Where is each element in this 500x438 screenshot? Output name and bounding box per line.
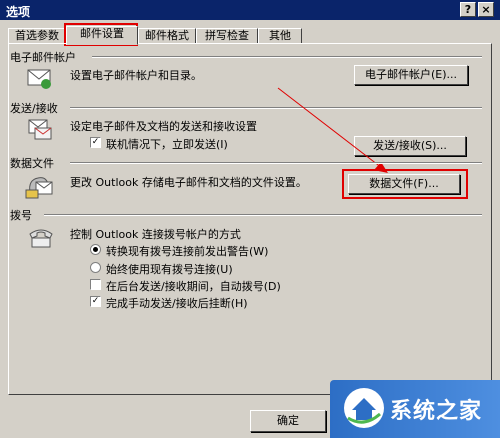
dialup-heading: 拨号 bbox=[10, 209, 32, 222]
red-arrow-annotation bbox=[277, 87, 388, 173]
tab-panel bbox=[8, 43, 492, 395]
always-use-existing-label[interactable]: 始终使用现有拨号连接(U) bbox=[106, 261, 233, 277]
watermark-text: 系统之家 bbox=[390, 399, 483, 424]
data-files-description: 更改 Outlook 存储电子邮件和文档的文件设置。 bbox=[70, 176, 307, 189]
send-immediately-checkbox[interactable]: ✓ bbox=[90, 137, 101, 148]
phone-icon bbox=[29, 229, 53, 248]
tab-other[interactable]: 其他 bbox=[258, 28, 302, 44]
auto-dial-checkbox[interactable] bbox=[90, 279, 101, 290]
divider bbox=[44, 214, 482, 216]
divider bbox=[70, 162, 482, 164]
send-immediately-label[interactable]: 联机情况下，立即发送(I) bbox=[106, 136, 228, 152]
email-accounts-heading: 电子邮件帐户 bbox=[10, 51, 76, 64]
hang-up-label[interactable]: 完成手动发送/接收后挂断(H) bbox=[106, 295, 248, 311]
help-button[interactable]: ? bbox=[460, 2, 476, 17]
auto-dial-label[interactable]: 在后台发送/接收期间，自动拨号(D) bbox=[106, 278, 281, 294]
house-logo-icon bbox=[347, 398, 381, 424]
watermark: 系统之家 bbox=[330, 380, 500, 438]
email-accounts-description: 设置电子邮件帐户和目录。 bbox=[70, 69, 202, 82]
dialup-description: 控制 Outlook 连接拨号帐户的方式 bbox=[70, 228, 241, 241]
send-receive-icon bbox=[28, 119, 52, 140]
close-button[interactable]: × bbox=[478, 2, 494, 17]
tab-mail-format[interactable]: 邮件格式 bbox=[138, 28, 196, 44]
warn-before-switch-label[interactable]: 转换现有拨号连接前发出警告(W) bbox=[106, 243, 268, 259]
data-files-icon bbox=[25, 177, 53, 199]
send-receive-description: 设定电子邮件及文档的发送和接收设置 bbox=[70, 120, 257, 133]
window-title: 选项 bbox=[6, 5, 31, 19]
tab-preferences[interactable]: 首选参数 bbox=[8, 28, 66, 44]
hang-up-checkbox[interactable]: ✓ bbox=[90, 296, 101, 307]
warn-before-switch-radio[interactable] bbox=[90, 244, 101, 255]
data-files-button[interactable]: 数据文件(F)... bbox=[348, 174, 460, 194]
options-dialog: 选项 ? × 首选参数 邮件设置 邮件格式 拼写检查 其他 电子邮件帐户 设置电… bbox=[0, 0, 500, 438]
watermark-logo-icon bbox=[344, 388, 384, 428]
title-bar: 选项 ? × bbox=[0, 0, 500, 20]
send-receive-heading: 发送/接收 bbox=[10, 102, 58, 115]
data-files-heading: 数据文件 bbox=[10, 157, 54, 170]
ok-button[interactable]: 确定 bbox=[250, 410, 326, 432]
email-accounts-icon bbox=[27, 69, 51, 89]
tab-mail-setup[interactable]: 邮件设置 bbox=[66, 26, 138, 45]
divider bbox=[92, 56, 482, 58]
tab-spelling[interactable]: 拼写检查 bbox=[196, 28, 258, 44]
always-use-existing-radio[interactable] bbox=[90, 262, 101, 273]
